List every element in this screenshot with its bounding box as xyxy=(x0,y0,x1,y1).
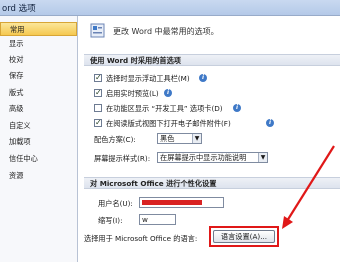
sidebar-item-trust-center[interactable]: 信任中心 xyxy=(0,152,77,166)
sidebar-item-customize[interactable]: 自定义 xyxy=(0,119,77,133)
sidebar-item-layout[interactable]: 版式 xyxy=(0,86,77,100)
sidebar-item-save[interactable]: 保存 xyxy=(0,69,77,83)
window-title: ord 选项 xyxy=(2,4,36,14)
sidebar-item-proofing[interactable]: 校对 xyxy=(0,53,77,67)
options-sidebar: 常用 显示 校对 保存 版式 高级 自定义 加载项 信任中心 资源 xyxy=(0,16,78,262)
options-main-panel: 更改 Word 中最常用的选项。 使用 Word 时采用的首选项 选择时显示浮动… xyxy=(78,16,340,262)
sidebar-item-resources[interactable]: 资源 xyxy=(0,169,77,183)
annotation-arrow-icon xyxy=(282,145,335,229)
title-bar: ord 选项 xyxy=(0,0,340,16)
sidebar-item-addins[interactable]: 加载项 xyxy=(0,135,77,149)
sidebar-item-display[interactable]: 显示 xyxy=(0,37,77,51)
sidebar-item-advanced[interactable]: 高级 xyxy=(0,102,77,116)
sidebar-item-popular[interactable]: 常用 xyxy=(0,22,77,36)
